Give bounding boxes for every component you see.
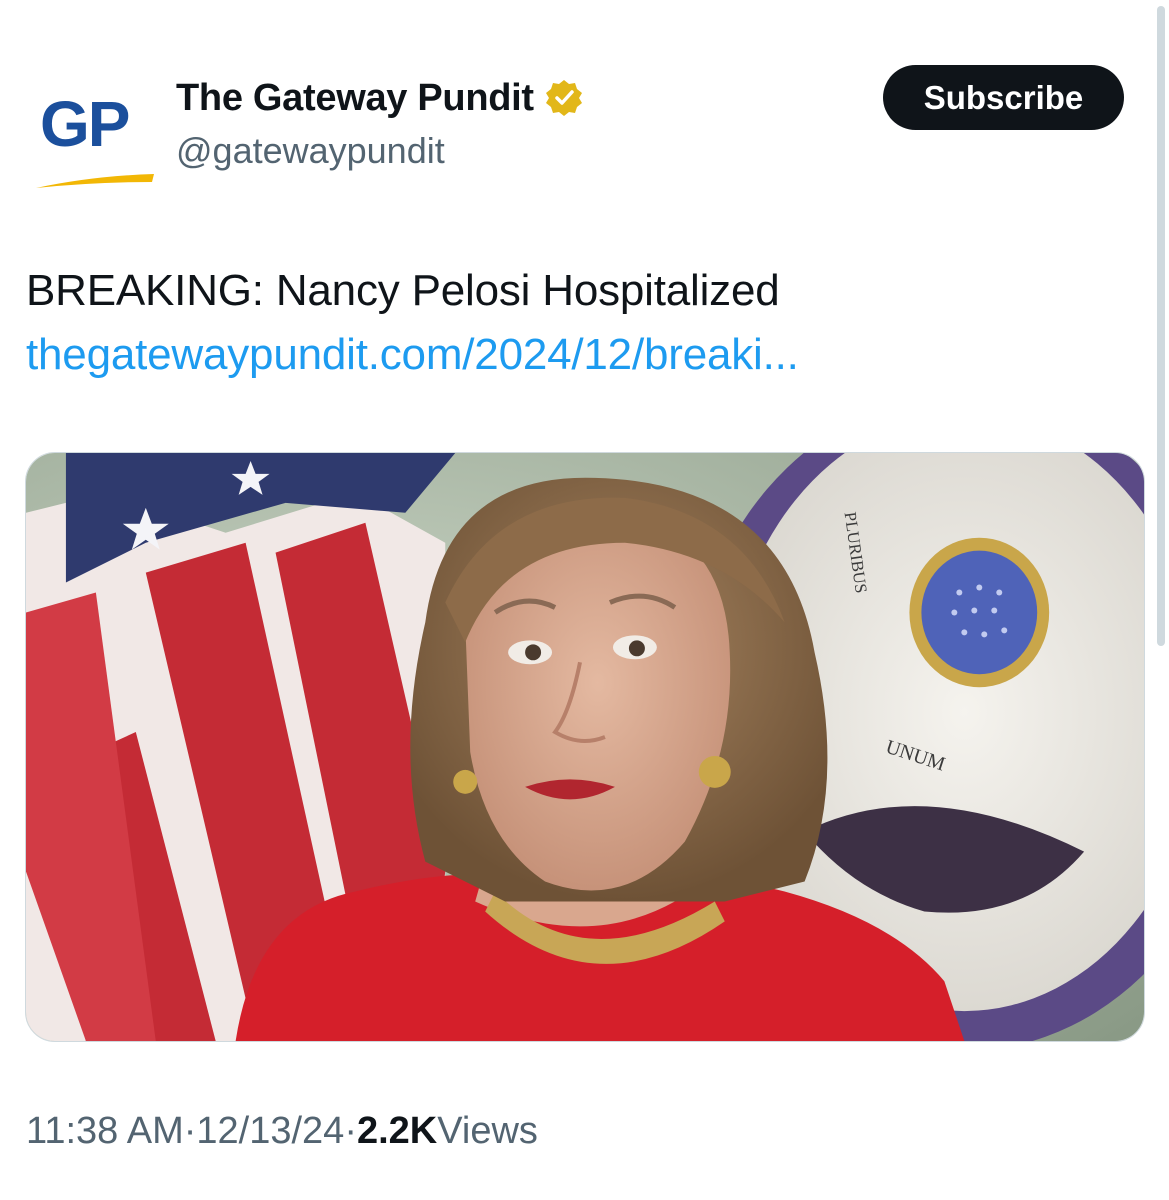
news-photo: UNUM PLURIBUS <box>26 453 1144 1041</box>
tweet-meta: 11:38 AM · 12/13/24 · 2.2K Views <box>26 1110 538 1153</box>
meta-separator: · <box>183 1110 197 1152</box>
account-avatar[interactable]: GP <box>22 64 162 204</box>
gateway-pundit-logo: GP <box>36 88 154 188</box>
scrollbar[interactable] <box>1157 6 1165 646</box>
gold-verified-icon <box>545 80 582 116</box>
subscribe-button[interactable]: Subscribe <box>883 65 1124 130</box>
tweet-media-image[interactable]: UNUM PLURIBUS <box>25 452 1145 1042</box>
views-label: Views <box>437 1110 538 1152</box>
tweet-time[interactable]: 11:38 AM <box>26 1110 184 1153</box>
account-name[interactable]: The Gateway Pundit <box>176 77 534 120</box>
logo-text: GP <box>40 88 129 160</box>
meta-separator: · <box>344 1110 357 1152</box>
account-handle[interactable]: @gatewaypundit <box>176 130 445 172</box>
tweet-link[interactable]: thegatewaypundit.com/2024/12/breaki... <box>26 330 799 380</box>
tweet-text: BREAKING: Nancy Pelosi Hospitalized <box>26 266 780 315</box>
views-count[interactable]: 2.2K <box>357 1110 437 1153</box>
tweet-date[interactable]: 12/13/24 <box>196 1110 344 1153</box>
account-name-row[interactable]: The Gateway Pundit <box>176 74 584 122</box>
